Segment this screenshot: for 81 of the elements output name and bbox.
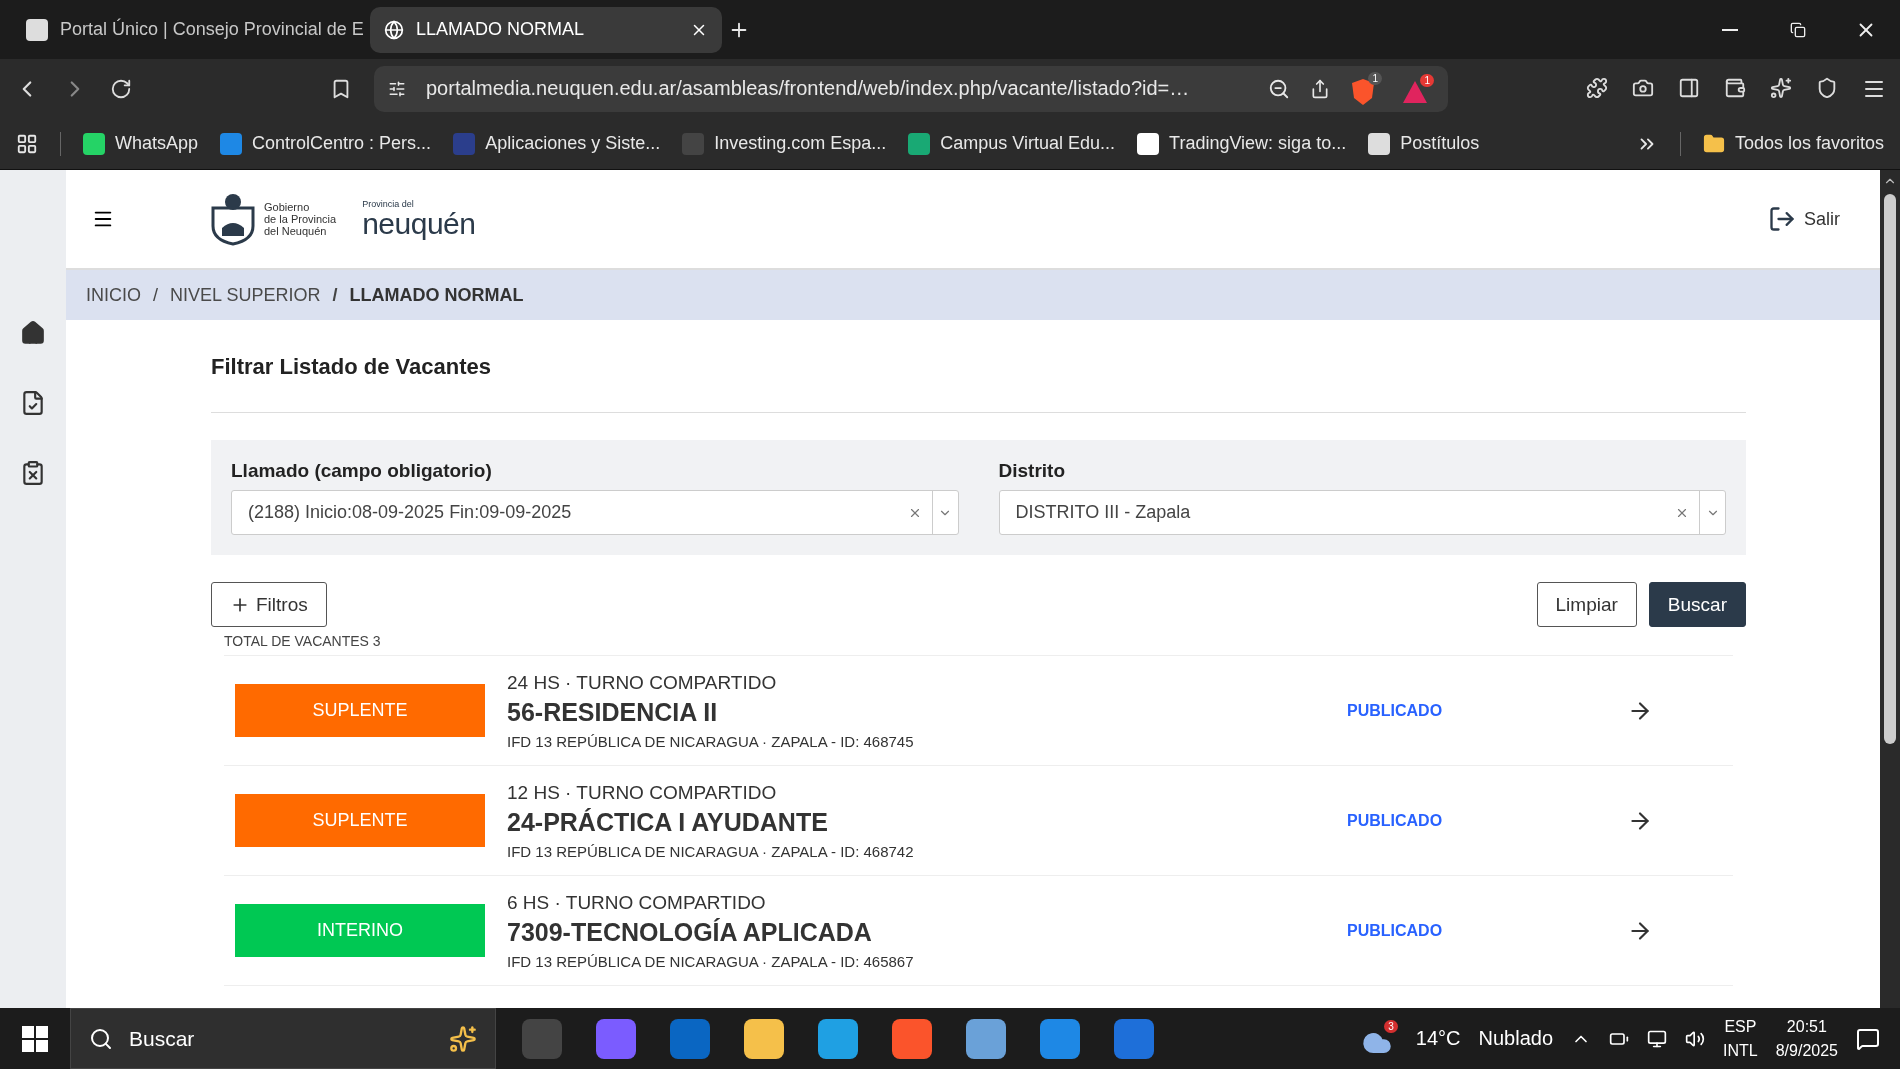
bookmark-item[interactable]: WhatsApp <box>83 132 199 155</box>
clipboard-icon[interactable] <box>20 460 46 486</box>
globe-icon <box>384 19 404 40</box>
browser-tab[interactable]: Portal Único | Consejo Provincial de E <box>12 6 364 53</box>
restore-icon <box>1790 21 1806 38</box>
select-field[interactable]: (2188) Inicio:08-09-2025 Fin:09-09-2025 <box>231 490 959 535</box>
breadcrumb-link[interactable]: NIVEL SUPERIOR <box>170 284 321 306</box>
site-favicon <box>26 18 48 41</box>
taskbar-search-field[interactable]: Buscar <box>70 1008 496 1069</box>
sidebar-icon[interactable] <box>1678 76 1700 99</box>
taskbar-app-icon[interactable] <box>744 1018 784 1059</box>
bookmark-item[interactable]: Postítulos <box>1368 132 1480 155</box>
share-icon[interactable] <box>1310 78 1330 99</box>
vacancy-row[interactable]: SUPLENTE 24 HS · TURNO COMPARTIDO 56-RESIDENCIA II IFD 13 REPÚBLICA DE NICARAGUA · ZAPALA - ID: 468745 PUBLICADO <box>224 656 1733 766</box>
hours-text: 6 HS · TURNO COMPARTIDO <box>507 891 767 914</box>
type-badge: SUPLENTE <box>235 684 485 737</box>
province-logo: Provincia del neuquén <box>362 199 476 239</box>
apps-icon[interactable] <box>16 132 38 155</box>
type-badge: SUPLENTE <box>235 794 485 847</box>
zoom-out-icon[interactable] <box>1268 77 1290 100</box>
bookmark-item[interactable]: Investing.com Espa... <box>682 132 887 155</box>
folder-icon <box>1702 132 1725 155</box>
extensions-icon[interactable] <box>1586 76 1608 99</box>
vacancy-detail: IFD 13 REPÚBLICA DE NICARAGUA · ZAPALA - ID: 468742 <box>507 842 915 860</box>
logout-link[interactable]: Salir <box>1768 205 1840 233</box>
vacancy-title: 7309-TECNOLOGÍA APLICADA <box>507 917 873 947</box>
search-icon <box>89 1026 113 1051</box>
status-label: PUBLICADO <box>1347 811 1444 830</box>
clock[interactable]: 20:51 8/9/2025 <box>1775 1014 1838 1063</box>
status-label: PUBLICADO <box>1347 701 1444 720</box>
filters-button[interactable]: Filtros <box>211 582 327 627</box>
select-field[interactable]: DISTRITO III - Zapala <box>998 490 1726 535</box>
vacancy-row[interactable]: SUPLENTE 12 HS · TURNO COMPARTIDO 24-PRÁCTICA I AYUDANTE IFD 13 REPÚBLICA DE NICARAGUA · ZAPALA - ID: 468742 PUBLICADO <box>224 766 1733 876</box>
taskbar-app-icon[interactable] <box>1040 1018 1080 1059</box>
browser-tab[interactable]: LLAMADO NORMAL <box>370 6 722 53</box>
bookmark-item[interactable]: Aplicaciones y Siste... <box>453 132 661 155</box>
bookmark-item[interactable]: ControlCentro : Pers... <box>220 132 432 155</box>
sparkle-icon <box>449 1024 477 1053</box>
temperature-text: 14°C <box>1415 1027 1461 1050</box>
shield-icon[interactable] <box>1816 76 1838 99</box>
taskbar-app-icon[interactable] <box>818 1018 858 1059</box>
field-label: Llamado (campo obligatorio) <box>231 460 493 482</box>
minimize-icon <box>1722 28 1738 31</box>
address-bar[interactable]: portalmedia.neuquen.edu.ar/asambleas/frontend/web/index.php/vacante/listado?id=… 1 1 <box>374 65 1448 112</box>
windows-logo-icon[interactable] <box>22 1025 48 1052</box>
breadcrumb-link[interactable]: LLAMADO NORMAL <box>349 284 524 306</box>
sparkle-icon[interactable] <box>1770 76 1792 99</box>
home-icon[interactable] <box>20 320 46 346</box>
bookmark-item[interactable]: TradingView: siga to... <box>1137 132 1347 155</box>
document-check-icon[interactable] <box>20 390 46 416</box>
breadcrumb-separator: / <box>153 284 159 306</box>
vacancy-detail: IFD 13 REPÚBLICA DE NICARAGUA · ZAPALA - ID: 465867 <box>507 952 915 970</box>
search-button[interactable]: Buscar <box>1648 582 1746 627</box>
field-label: Distrito <box>998 460 1066 482</box>
scrollbar-thumb[interactable] <box>1884 194 1896 744</box>
government-logo-text: Gobierno de la Provincia del Neuquén <box>264 201 337 237</box>
taskbar-app-icon[interactable] <box>892 1018 932 1059</box>
logout-icon <box>1768 205 1796 233</box>
page-title: Filtrar Listado de Vacantes <box>211 354 492 380</box>
taskbar-app-icon[interactable] <box>966 1018 1006 1059</box>
reload-icon[interactable] <box>110 77 132 100</box>
notifications-icon[interactable] <box>1856 1026 1880 1051</box>
breadcrumb-link[interactable]: INICIO <box>86 284 141 306</box>
type-badge: INTERINO <box>235 904 485 957</box>
clear-button[interactable]: Limpiar <box>1536 582 1637 627</box>
hours-text: 24 HS · TURNO COMPARTIDO <box>507 671 778 694</box>
hours-text: 12 HS · TURNO COMPARTIDO <box>507 781 778 804</box>
breadcrumb-separator: / <box>332 284 338 306</box>
bookmark-item[interactable]: Campus Virtual Edu... <box>908 132 1116 155</box>
vacancy-title: 56-RESIDENCIA II <box>507 697 719 727</box>
volume-icon[interactable] <box>1685 1028 1706 1049</box>
language-indicator[interactable]: ESP INTL <box>1723 1014 1758 1063</box>
total-count: TOTAL DE VACANTES 3 <box>224 633 382 649</box>
site-settings-icon[interactable] <box>388 79 406 98</box>
vacancy-row[interactable]: INTERINO 6 HS · TURNO COMPARTIDO 7309-TECNOLOGÍA APLICADA IFD 13 REPÚBLICA DE NICARAGUA · ZAPALA - ID: 465867 PUBLICADO <box>224 876 1733 986</box>
wallet-icon[interactable] <box>1724 76 1746 99</box>
vacancy-title: 24-PRÁCTICA I AYUDANTE <box>507 807 829 837</box>
weather-text: Nublado <box>1478 1027 1554 1050</box>
all-bookmarks-folder[interactable]: Todos los favoritos <box>1702 132 1884 155</box>
status-label: PUBLICADO <box>1347 921 1444 940</box>
vacancy-detail: IFD 13 REPÚBLICA DE NICARAGUA · ZAPALA - ID: 468745 <box>507 732 915 750</box>
